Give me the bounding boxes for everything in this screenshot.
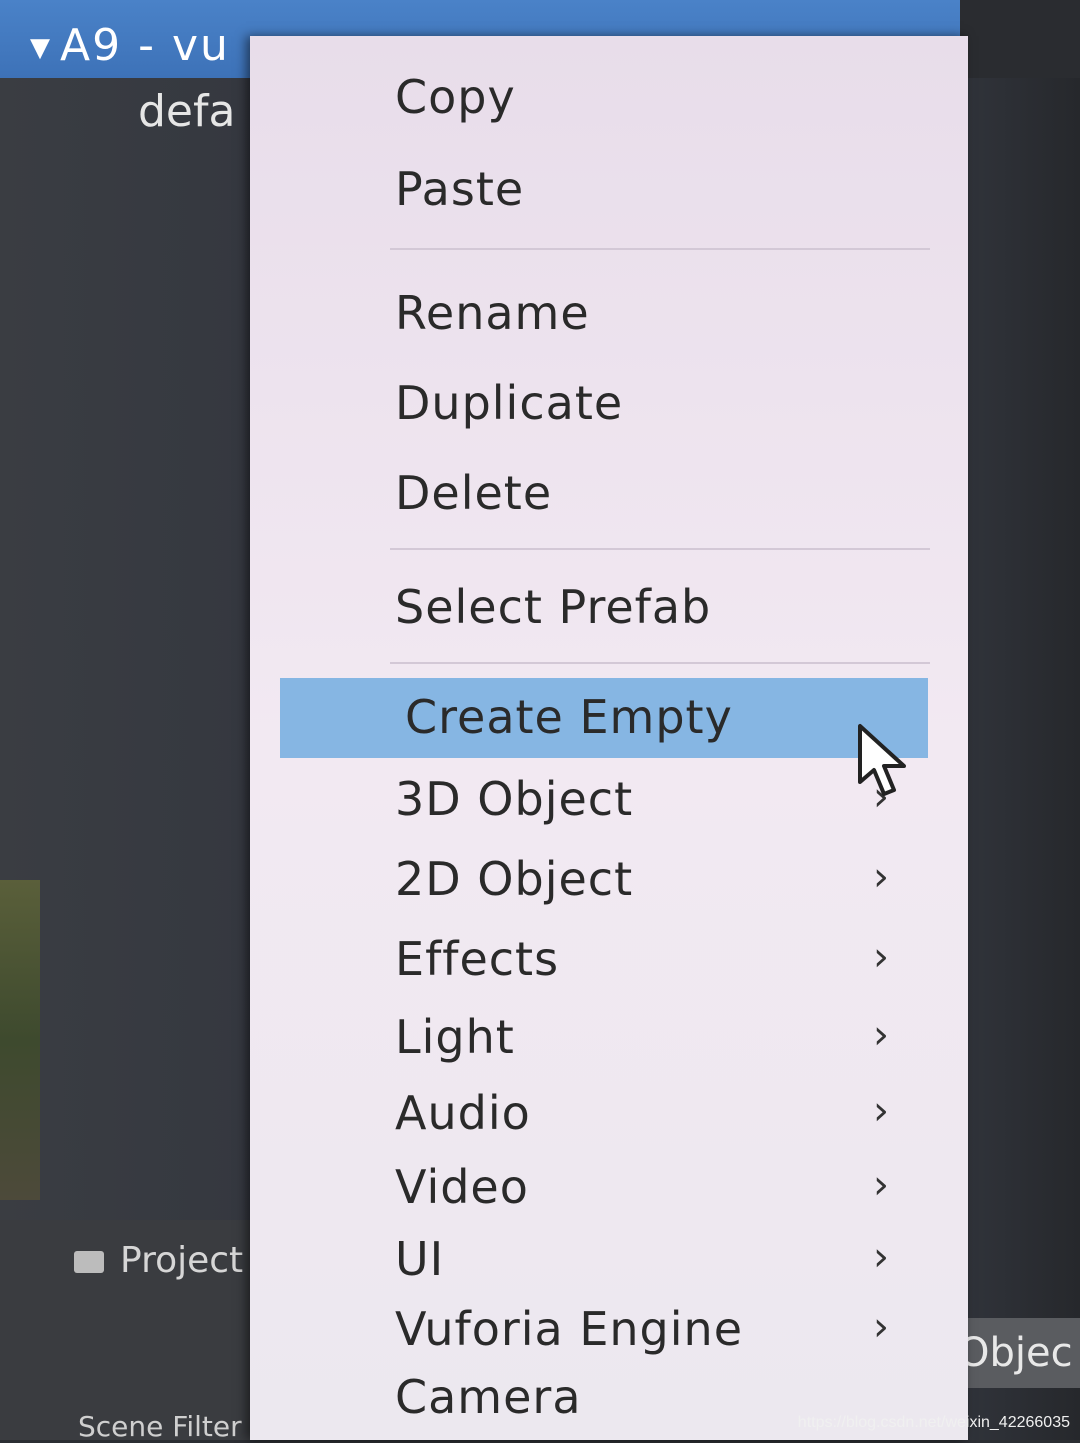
mouse-pointer-icon [858, 724, 906, 796]
chevron-right-icon: › [873, 1162, 890, 1208]
menu-item-rename[interactable]: Rename [250, 274, 930, 354]
chevron-right-icon: › [873, 1304, 890, 1350]
menu-item-label: 3D Object [395, 772, 634, 826]
menu-item-label: Select Prefab [395, 580, 712, 634]
chevron-right-icon: › [873, 1234, 890, 1280]
menu-item-select-prefab[interactable]: Select Prefab [250, 568, 930, 648]
folder-icon [74, 1251, 104, 1273]
menu-item-effects[interactable]: Effects › [250, 920, 930, 1000]
menu-item-label: Audio [395, 1086, 531, 1140]
menu-item-video[interactable]: Video › [250, 1148, 930, 1228]
menu-item-2d-object[interactable]: 2D Object › [250, 840, 930, 920]
menu-item-label: Copy [395, 70, 516, 124]
hierarchy-right-bg [960, 0, 1080, 78]
menu-item-audio[interactable]: Audio › [250, 1074, 930, 1154]
menu-separator [390, 248, 930, 250]
triangle-down-icon[interactable]: ▼ [30, 33, 52, 63]
menu-item-create-empty[interactable]: Create Empty [280, 678, 928, 758]
menu-item-label: 2D Object [395, 852, 634, 906]
menu-item-label: Effects [395, 932, 560, 986]
menu-item-copy[interactable]: Copy [250, 58, 930, 138]
menu-item-label: Video [395, 1160, 529, 1214]
project-tab[interactable]: Project [74, 1240, 243, 1281]
menu-item-label: Rename [395, 286, 590, 340]
menu-item-delete[interactable]: Delete [250, 454, 930, 534]
context-menu: Copy Paste Rename Duplicate Delete Selec… [250, 36, 968, 1440]
scene-thumbnail [0, 880, 40, 1200]
menu-item-duplicate[interactable]: Duplicate [250, 364, 930, 444]
hierarchy-child-item[interactable]: defa [138, 86, 235, 137]
menu-separator [390, 548, 930, 550]
menu-item-label: UI [395, 1232, 445, 1286]
right-panel [968, 78, 1080, 1440]
hierarchy-root-item[interactable]: ▼ A9 - vu [30, 20, 230, 71]
menu-item-ui[interactable]: UI › [250, 1220, 930, 1300]
chevron-right-icon: › [873, 854, 890, 900]
chevron-right-icon: › [873, 934, 890, 980]
menu-item-label: Camera [395, 1370, 582, 1424]
menu-item-paste[interactable]: Paste [250, 150, 930, 230]
menu-separator [390, 662, 930, 664]
menu-item-label: Light [395, 1010, 515, 1064]
menu-item-light[interactable]: Light › [250, 998, 930, 1078]
chevron-right-icon: › [873, 1012, 890, 1058]
chevron-right-icon: › [873, 1088, 890, 1134]
hierarchy-root-label: A9 - vu [60, 20, 230, 71]
menu-item-label: Duplicate [395, 376, 624, 430]
scene-filter-label: Scene Filter [78, 1410, 242, 1443]
menu-item-label: Delete [395, 466, 553, 520]
watermark: https://blog.csdn.net/weixin_42266035 [797, 1414, 1070, 1431]
menu-item-label: Paste [395, 162, 525, 216]
menu-item-3d-object[interactable]: 3D Object › [250, 760, 930, 840]
project-tab-label: Project [120, 1240, 244, 1281]
menu-item-label: Vuforia Engine [395, 1302, 743, 1356]
menu-item-label: Create Empty [405, 690, 733, 744]
